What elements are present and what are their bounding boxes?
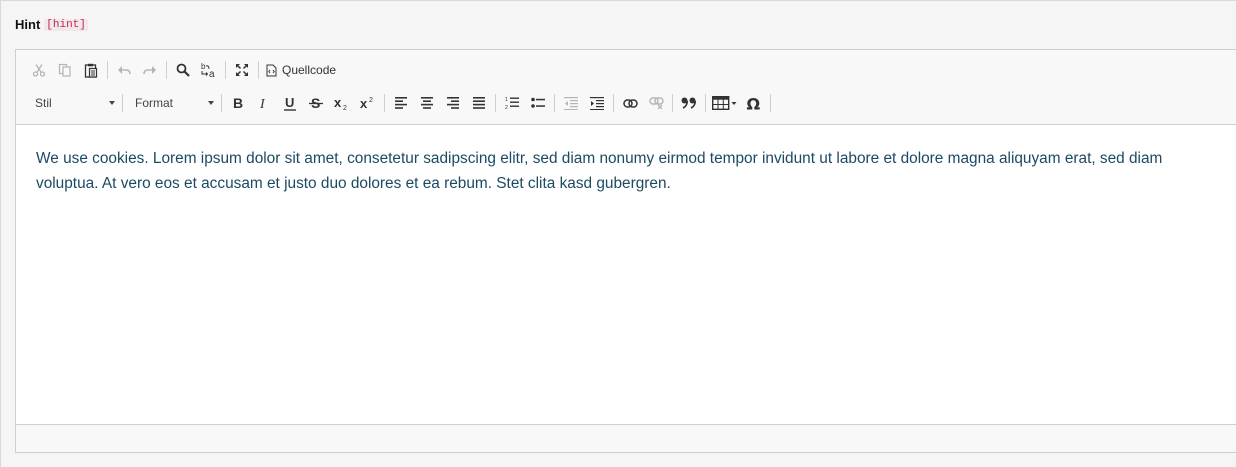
paste-button[interactable] [78, 58, 104, 82]
field-label-text: Hint [15, 17, 41, 32]
svg-text:a: a [209, 69, 215, 78]
style-dropdown-label: Stil [35, 96, 52, 110]
table-button[interactable] [709, 91, 741, 115]
unlink-button[interactable] [643, 91, 669, 115]
toolbar-separator [225, 61, 226, 79]
undo-icon [118, 66, 131, 75]
replace-icon: b a [201, 62, 215, 78]
align-justify-icon [472, 97, 485, 109]
toolbar-separator [221, 94, 222, 112]
editor-status-bar [16, 424, 1236, 452]
blockquote-button[interactable] [676, 91, 702, 115]
chevron-down-icon [109, 101, 115, 105]
source-button[interactable]: Quellcode [262, 58, 340, 82]
bulleted-list-button[interactable] [525, 91, 551, 115]
link-button[interactable] [617, 91, 643, 115]
toolbar-separator [258, 61, 259, 79]
underline-button[interactable]: U [277, 91, 303, 115]
expand-icon [236, 64, 248, 76]
toolbar-separator [554, 94, 555, 112]
quote-icon [681, 97, 697, 109]
subscript-icon: x 2 [334, 96, 347, 110]
toolbar-separator [107, 61, 108, 79]
redo-icon [143, 66, 156, 75]
toolbar-separator [495, 94, 496, 112]
maximize-button[interactable] [229, 58, 255, 82]
outdent-button[interactable] [558, 91, 584, 115]
table-icon [712, 96, 737, 110]
svg-text:x: x [360, 96, 368, 110]
subscript-button[interactable]: x 2 [329, 91, 355, 115]
toolbar-separator [384, 94, 385, 112]
redo-button[interactable] [137, 58, 163, 82]
format-dropdown[interactable]: Format [126, 92, 218, 114]
editor-toolbar: b a Quellcode Stil Format B I U S x 2 x … [16, 50, 1236, 125]
underline-icon: U [284, 96, 296, 111]
svg-text:U: U [285, 96, 294, 110]
svg-text:Ω: Ω [747, 96, 761, 111]
align-center-icon [420, 97, 433, 109]
unlink-icon [648, 97, 664, 109]
italic-button[interactable]: I [251, 91, 277, 115]
editor-paragraph: We use cookies. Lorem ipsum dolor sit am… [36, 150, 1163, 192]
copy-icon [58, 63, 71, 77]
superscript-icon: x 2 [360, 96, 373, 110]
svg-text:I: I [259, 97, 266, 110]
align-left-button[interactable] [388, 91, 414, 115]
align-center-button[interactable] [414, 91, 440, 115]
toolbar-separator [613, 94, 614, 112]
undo-button[interactable] [111, 58, 137, 82]
rich-text-editor: b a Quellcode Stil Format B I U S x 2 x … [15, 49, 1236, 453]
omega-icon: Ω [747, 96, 761, 111]
align-left-icon [394, 97, 407, 109]
cut-button[interactable] [26, 58, 52, 82]
outdent-icon [564, 96, 578, 110]
clipboard-icon [84, 63, 98, 78]
bold-button[interactable]: B [225, 91, 251, 115]
source-code-icon [266, 64, 277, 76]
chevron-down-icon [208, 101, 214, 105]
toolbar-separator [705, 94, 706, 112]
bold-icon: B [233, 96, 243, 110]
toolbar-separator [122, 94, 123, 112]
form-field-container: Hint [hint] b a Quellcode Stil Format B … [0, 0, 1236, 467]
toolbar-separator [770, 94, 771, 112]
svg-text:x: x [334, 96, 342, 110]
link-icon [622, 98, 638, 108]
toolbar-separator [166, 61, 167, 79]
field-code-badge: [hint] [44, 18, 88, 31]
replace-button[interactable]: b a [196, 58, 222, 82]
indent-icon [590, 96, 604, 110]
strikethrough-icon: S [309, 96, 323, 110]
svg-text:b: b [201, 62, 206, 71]
format-dropdown-label: Format [135, 96, 174, 110]
strikethrough-button[interactable]: S [303, 91, 329, 115]
superscript-button[interactable]: x 2 [355, 91, 381, 115]
align-justify-button[interactable] [466, 91, 492, 115]
editor-content-area[interactable]: We use cookies. Lorem ipsum dolor sit am… [36, 146, 1226, 196]
svg-text:2: 2 [505, 105, 508, 110]
numbered-list-button[interactable]: 1 2 [499, 91, 525, 115]
align-right-button[interactable] [440, 91, 466, 115]
magnifier-icon [176, 63, 190, 77]
toolbar-row-2: Stil Format B I U S x 2 x 2 1 2 Ω [26, 90, 774, 116]
special-character-button[interactable]: Ω [741, 91, 767, 115]
italic-icon: I [259, 97, 266, 110]
field-label: Hint [hint] [15, 17, 88, 32]
bulleted-list-icon [531, 97, 545, 108]
copy-button[interactable] [52, 58, 78, 82]
source-button-label: Quellcode [282, 63, 337, 77]
svg-text:2: 2 [343, 105, 347, 110]
indent-button[interactable] [584, 91, 610, 115]
svg-text:1: 1 [505, 97, 508, 103]
scissors-icon [32, 64, 46, 77]
toolbar-separator [672, 94, 673, 112]
find-button[interactable] [170, 58, 196, 82]
toolbar-row-1: b a Quellcode [26, 57, 340, 83]
style-dropdown[interactable]: Stil [26, 92, 119, 114]
numbered-list-icon: 1 2 [505, 97, 519, 110]
align-right-icon [446, 97, 459, 109]
svg-text:2: 2 [369, 97, 373, 104]
svg-text:B: B [233, 96, 243, 110]
